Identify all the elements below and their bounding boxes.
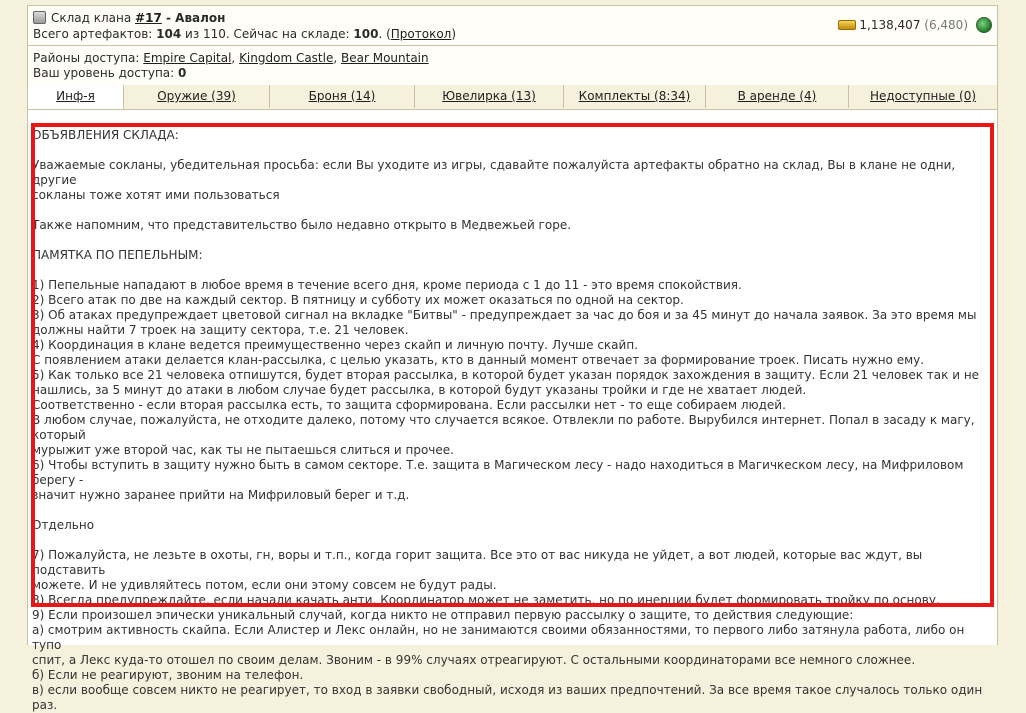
memo-heading: ПАМЯТКА ПО ПЕПЕЛЬНЫМ:	[32, 248, 203, 262]
now-value: 100	[353, 27, 379, 41]
gold-extra: (6,480)	[924, 18, 968, 32]
tab-jewelry[interactable]: Ювелирка (13)	[415, 85, 564, 108]
announcement-reminder: Также напомним, что представительство бы…	[32, 218, 572, 232]
tab-sets[interactable]: Комплекты (8:34)	[564, 85, 706, 108]
announcements-heading: ОБЪЯВЛЕНИЯ СКЛАДА:	[32, 128, 179, 142]
tab-armor[interactable]: Броня (14)	[270, 85, 415, 108]
access-level-label: Ваш уровень доступа:	[33, 66, 179, 80]
warehouse-tabs: Инф-я Оружие (39) Броня (14) Ювелирка (1…	[28, 85, 997, 110]
district-link-kingdom-castle[interactable]: Kingdom Castle	[239, 51, 333, 65]
tab-info[interactable]: Инф-я	[28, 85, 124, 109]
clan-treasury: 1,138,407 (6,480)	[838, 17, 992, 33]
memo-text: 1) Пепельные нападают в любое время в те…	[32, 278, 980, 502]
of-text: из 110. Сейчас на складе:	[181, 27, 354, 41]
gold-icon	[838, 20, 857, 30]
gold-amount: 1,138,407	[859, 18, 921, 32]
title-prefix: Склад клана	[51, 11, 136, 25]
announcements-content: ОБЪЯВЛЕНИЯ СКЛАДА: Уважаемые сокланы, уб…	[32, 128, 994, 713]
access-level-value: 0	[178, 66, 187, 80]
tab-weapons[interactable]: Оружие (39)	[124, 85, 270, 108]
after-now: . (	[378, 27, 391, 41]
district-sep: ,	[231, 51, 240, 65]
title-sep: -	[161, 11, 176, 25]
tab-unavailable[interactable]: Недоступные (0)	[849, 85, 997, 108]
globe-icon[interactable]	[976, 17, 992, 33]
warehouse-header: Склад клана #17 - Авалон Всего артефакто…	[28, 5, 997, 46]
clan-name: Авалон	[175, 11, 226, 25]
district-sep: ,	[333, 51, 341, 65]
access-districts: Районы доступа: Empire Capital, Kingdom …	[33, 51, 429, 65]
tab-rented[interactable]: В аренде (4)	[706, 85, 849, 108]
clan-emblem-icon	[33, 11, 46, 24]
separately-heading: Отдельно	[32, 518, 95, 532]
access-level: Ваш уровень доступа: 0	[33, 66, 186, 80]
total-value: 104	[156, 27, 182, 41]
close-paren: )	[451, 27, 457, 41]
artifact-stats: Всего артефактов: 104 из 110. Сейчас на …	[33, 27, 456, 41]
district-link-empire-capital[interactable]: Empire Capital	[143, 51, 231, 65]
announcement-intro: Уважаемые сокланы, убедительная просьба:…	[32, 158, 956, 202]
district-link-bear-mountain[interactable]: Bear Mountain	[341, 51, 429, 65]
access-label: Районы доступа:	[33, 51, 144, 65]
clan-id-link[interactable]: #17	[135, 11, 162, 25]
access-info: Районы доступа: Empire Capital, Kingdom …	[28, 48, 997, 86]
total-label: Всего артефактов:	[33, 27, 157, 41]
protocol-link[interactable]: Протокол	[391, 27, 452, 41]
clan-warehouse-page: Склад клана #17 - Авалон Всего артефакто…	[27, 5, 998, 712]
header-title-line: Склад клана #17 - Авалон	[33, 11, 225, 25]
separate-text: 7) Пожалуйста, не лезьте в охоты, гн, во…	[32, 548, 983, 712]
